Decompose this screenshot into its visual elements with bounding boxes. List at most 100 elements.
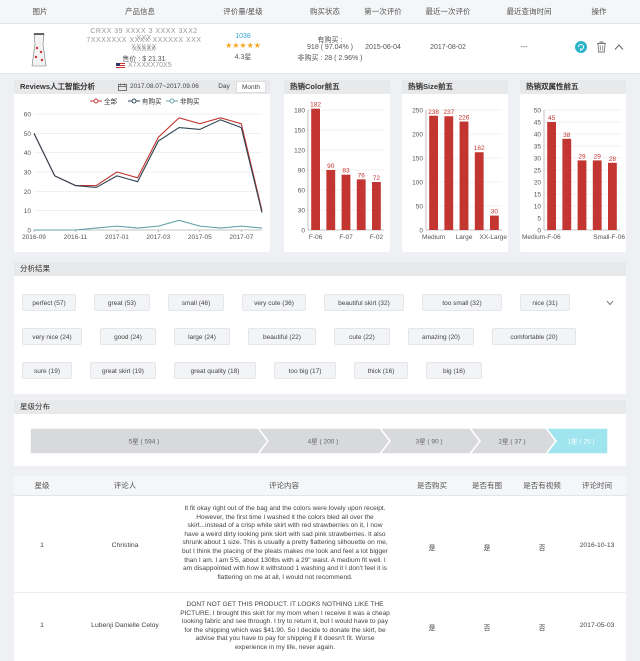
keyword-tag[interactable]: large (24) — [174, 328, 230, 345]
y-tick-label: 150 — [412, 156, 423, 163]
keyword-tag[interactable]: great skirt (19) — [90, 362, 156, 379]
bar[interactable] — [356, 179, 366, 230]
keyword-tag[interactable]: sure (19) — [22, 362, 72, 379]
row-reviewer[interactable]: Christina — [90, 542, 160, 549]
bar[interactable] — [474, 152, 484, 230]
y-tick-label: 60 — [298, 188, 306, 195]
bar[interactable] — [311, 108, 321, 230]
bar[interactable] — [326, 170, 336, 230]
x-tick-label: F-02 — [370, 234, 384, 241]
keyword-tag[interactable]: big (16) — [426, 362, 482, 379]
row-star: 1 — [40, 622, 44, 629]
y-tick-label: 180 — [294, 108, 305, 115]
star-distribution-panel: 星级分布 5星 ( 594 ) 4星 ( 200 ) 3星 ( 90 ) 2星 ( 3… — [14, 400, 626, 466]
legend-label[interactable]: 有购买 — [142, 97, 162, 106]
bar[interactable] — [371, 182, 381, 230]
month-button[interactable]: Month — [236, 81, 266, 93]
product-thumbnail-image[interactable] — [26, 30, 52, 68]
keyword-tag[interactable]: great (53) — [94, 294, 150, 311]
th-has-video: 是否有视频 — [523, 481, 561, 490]
bar[interactable] — [577, 160, 587, 230]
keyword-tag[interactable]: very cute (36) — [242, 294, 306, 311]
reviews-table-header: 星级 评论人 评论内容 是否购买 是否有图 是否有视频 评论时间 — [14, 476, 626, 496]
bar[interactable] — [489, 215, 499, 230]
keyword-tag[interactable]: comfortable (20) — [492, 328, 576, 345]
bar[interactable] — [547, 122, 557, 230]
bar-value-label: 162 — [474, 145, 485, 152]
delete-icon[interactable] — [596, 41, 607, 53]
row-star: 1 — [40, 542, 44, 549]
keyword-tag[interactable]: great quality (18) — [174, 362, 256, 379]
th-content: 评论内容 — [269, 481, 299, 490]
row-content: It fit okay right out of the bag and the… — [182, 505, 388, 581]
keyword-tag[interactable]: thick (16) — [354, 362, 408, 379]
th-rating: 评价量/星级 — [223, 7, 263, 16]
legend-label[interactable]: 非购买 — [180, 97, 200, 106]
bar[interactable] — [562, 138, 572, 230]
row-reviewer[interactable]: Lubenji Danielle Celoy — [90, 622, 160, 629]
bar[interactable] — [341, 174, 351, 230]
keyword-tag[interactable]: small (46) — [168, 294, 224, 311]
star-segment-label: 3星 ( 90 ) — [415, 438, 442, 446]
series-line-0 — [33, 117, 263, 211]
keyword-tag[interactable]: too small (32) — [422, 294, 502, 311]
row-date: 2017-05-03 — [579, 622, 615, 629]
bar-value-label: 83 — [342, 168, 350, 175]
bar[interactable] — [459, 121, 469, 230]
bar-value-label: 38 — [563, 132, 571, 139]
review-count[interactable]: 1038 — [215, 33, 271, 40]
row-bought: 是 — [428, 545, 436, 552]
row-date: 2016-10-13 — [579, 542, 615, 549]
y-tick-label: 100 — [412, 180, 423, 187]
x-tick-label: 2017-01 — [105, 234, 129, 241]
reviews-line-chart: 01020304050602016-09 2016-11 2017-01 2017-0… — [22, 97, 263, 241]
keyword-tag[interactable]: cute (22) — [334, 328, 390, 345]
y-tick-label: 40 — [534, 132, 542, 139]
top-size-bar-chart: 050100150200250 238Medium237226Large16230… — [412, 108, 507, 242]
star-rating-icons: ★★★★★ — [225, 41, 261, 50]
keyword-tag[interactable]: nice (31) — [520, 294, 570, 311]
bar-value-label: 237 — [443, 109, 454, 116]
star-rating-value: 4.3星 — [234, 54, 252, 61]
keyword-tag[interactable]: beautiful skirt (32) — [324, 294, 404, 311]
product-asin[interactable]: X7XXXX70X5 — [128, 62, 172, 69]
y-tick-label: 90 — [298, 168, 306, 175]
top-size-title: 热销Size前五 — [402, 80, 508, 94]
date-range[interactable]: 2017.08.07~2017.09.06 — [130, 80, 199, 94]
bar[interactable] — [607, 162, 617, 230]
keyword-tag[interactable]: very nice (24) — [22, 328, 82, 345]
star-distribution-title: 星级分布 — [14, 400, 626, 414]
keyword-tag[interactable]: beautiful (22) — [248, 328, 316, 345]
bar[interactable] — [429, 115, 439, 230]
keyword-tag[interactable]: amazing (20) — [408, 328, 474, 345]
chevron-up-icon[interactable] — [614, 43, 624, 51]
day-button[interactable]: Day — [213, 80, 235, 94]
bar-value-label: 76 — [358, 172, 366, 179]
bar-value-label: 182 — [310, 102, 321, 109]
top-dual-bar-chart: 0510152025303540455045Medium-F-063829 29 2… — [522, 108, 625, 242]
y-tick-label: 20 — [534, 180, 542, 187]
y-tick-label: 10 — [24, 208, 32, 215]
th-bought: 是否购买 — [417, 481, 447, 490]
bar-value-label: 226 — [459, 115, 470, 122]
expand-chevron-icon[interactable] — [606, 300, 614, 306]
analysis-panel: 分析结果 perfect (57) great (53) small (46) ver… — [14, 262, 626, 394]
y-tick-label: 45 — [534, 120, 542, 127]
top-dual-title: 热销双属性前五 — [520, 80, 626, 94]
bar[interactable] — [592, 160, 602, 230]
bar[interactable] — [444, 116, 454, 230]
legend-label[interactable]: 全部 — [104, 97, 118, 106]
product-row: CRXX 39 XXXX 3 XXXX 3XX2 XXX 7XXXXXXX XX… — [0, 24, 640, 74]
y-tick-label: 15 — [534, 192, 542, 199]
refresh-icon[interactable] — [575, 41, 587, 53]
keyword-tag[interactable]: good (24) — [100, 328, 156, 345]
row-has-image: 是 — [483, 545, 491, 552]
x-tick-label: Large — [456, 234, 473, 241]
y-tick-label: 20 — [24, 189, 32, 196]
keyword-tag[interactable]: too big (17) — [274, 362, 336, 379]
top-color-bar-chart: 0 30 60 90 120 150 180 182 F-06 90 83 F-07 76 72 F-02 — [294, 102, 384, 241]
y-tick-label: 50 — [534, 108, 542, 115]
calendar-icon[interactable] — [118, 83, 127, 91]
x-tick-label: 2016-11 — [64, 234, 88, 241]
keyword-tag[interactable]: perfect (57) — [22, 294, 76, 311]
